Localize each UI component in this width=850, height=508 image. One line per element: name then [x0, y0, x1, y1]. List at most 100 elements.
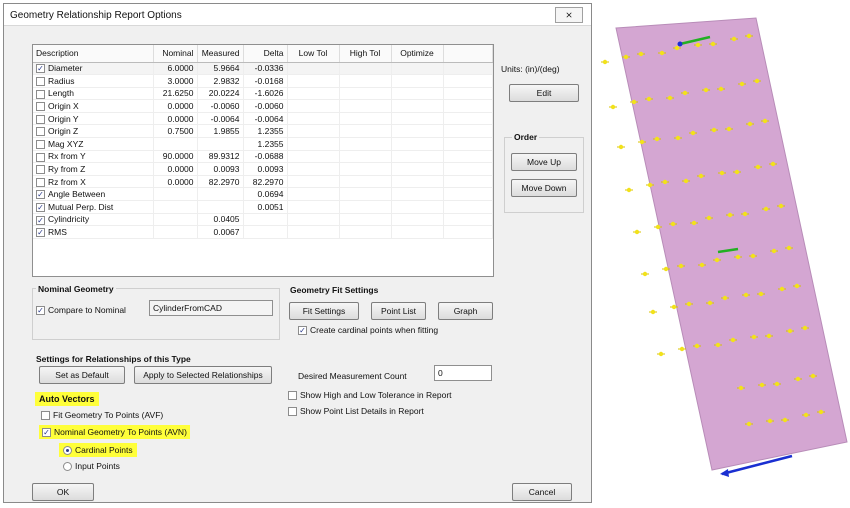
table-row[interactable]: ✓ Mutual Perp. Dist 0.0051: [33, 200, 493, 214]
cell-optimize[interactable]: [391, 137, 444, 151]
table-row[interactable]: ✓ Diameter 6.0000 5.9664 -0.0336: [33, 62, 493, 76]
cell-optimize[interactable]: [391, 162, 444, 176]
cell-optimize[interactable]: [391, 62, 444, 76]
cell-low-tol[interactable]: [287, 74, 340, 88]
cell-optimize[interactable]: [391, 124, 444, 139]
cell-blank[interactable]: [443, 137, 493, 151]
col-header-high-tol[interactable]: High Tol: [339, 45, 392, 63]
cell-high-tol[interactable]: [339, 124, 392, 139]
cardinal-checkbox-box[interactable]: ✓: [298, 326, 307, 336]
avf-checkbox-box[interactable]: [41, 411, 50, 421]
col-header-delta[interactable]: Delta: [243, 45, 288, 63]
compare-checkbox-box[interactable]: ✓: [36, 306, 45, 316]
cell-low-tol[interactable]: [287, 187, 340, 202]
col-header-low-tol[interactable]: Low Tol: [287, 45, 340, 63]
row-checkbox[interactable]: ✓: [36, 190, 45, 200]
cell-blank[interactable]: [443, 225, 493, 239]
cell-blank[interactable]: [443, 162, 493, 176]
cardinal-points-radio[interactable]: Cardinal Points: [59, 443, 137, 458]
row-checkbox[interactable]: [36, 165, 45, 175]
cell-high-tol[interactable]: [339, 74, 392, 88]
cell-low-tol[interactable]: [287, 137, 340, 151]
cell-optimize[interactable]: [391, 99, 444, 113]
cell-high-tol[interactable]: [339, 137, 392, 151]
cell-high-tol[interactable]: [339, 112, 392, 126]
row-checkbox[interactable]: [36, 177, 45, 187]
edit-button[interactable]: Edit: [509, 84, 579, 102]
table-row[interactable]: Origin Y 0.0000 -0.0064 -0.0064: [33, 112, 493, 126]
compare-to-nominal-checkbox[interactable]: ✓ Compare to Nominal: [36, 305, 126, 316]
cell-low-tol[interactable]: [287, 112, 340, 126]
cell-optimize[interactable]: [391, 150, 444, 164]
cell-blank[interactable]: [443, 87, 493, 101]
cell-optimize[interactable]: [391, 112, 444, 126]
row-checkbox[interactable]: [36, 127, 45, 137]
col-header-description[interactable]: Description: [33, 45, 154, 63]
row-checkbox[interactable]: ✓: [36, 202, 45, 212]
cell-high-tol[interactable]: [339, 87, 392, 101]
cell-low-tol[interactable]: [287, 99, 340, 113]
cell-high-tol[interactable]: [339, 99, 392, 113]
fit-geometry-avf-checkbox[interactable]: Fit Geometry To Points (AVF): [41, 410, 163, 421]
nominal-geometry-avn-checkbox[interactable]: ✓ Nominal Geometry To Points (AVN): [39, 425, 190, 440]
cell-low-tol[interactable]: [287, 162, 340, 176]
table-row[interactable]: ✓ Cylindricity 0.0405: [33, 213, 493, 227]
ok-button[interactable]: OK: [32, 483, 94, 501]
fit-settings-button[interactable]: Fit Settings: [289, 302, 359, 320]
row-checkbox[interactable]: [36, 139, 45, 149]
table-row[interactable]: Origin X 0.0000 -0.0060 -0.0060: [33, 99, 493, 113]
cell-blank[interactable]: [443, 150, 493, 164]
row-checkbox[interactable]: [36, 89, 45, 99]
table-row[interactable]: Origin Z 0.7500 1.9855 1.2355: [33, 124, 493, 139]
show-point-list-checkbox[interactable]: Show Point List Details in Report: [288, 406, 424, 417]
input-points-radio-dot[interactable]: [63, 462, 72, 472]
nominal-geometry-field[interactable]: CylinderFromCAD: [149, 300, 273, 316]
cell-low-tol[interactable]: [287, 124, 340, 139]
cell-blank[interactable]: [443, 74, 493, 88]
table-row[interactable]: Radius 3.0000 2.9832 -0.0168: [33, 74, 493, 88]
row-checkbox[interactable]: [36, 77, 45, 87]
cell-optimize[interactable]: [391, 175, 444, 189]
show-point-list-box[interactable]: [288, 407, 297, 417]
point-list-button[interactable]: Point List: [371, 302, 426, 320]
cell-high-tol[interactable]: [339, 175, 392, 189]
cell-low-tol[interactable]: [287, 175, 340, 189]
show-tolerance-checkbox[interactable]: Show High and Low Tolerance in Report: [288, 390, 452, 401]
table-row[interactable]: Ry from Z 0.0000 0.0093 0.0093: [33, 162, 493, 176]
cell-high-tol[interactable]: [339, 150, 392, 164]
move-down-button[interactable]: Move Down: [511, 179, 577, 197]
cell-blank[interactable]: [443, 187, 493, 202]
table-row[interactable]: Length 21.6250 20.0224 -1.6026: [33, 87, 493, 101]
row-checkbox[interactable]: ✓: [36, 215, 45, 225]
cell-blank[interactable]: [443, 112, 493, 126]
move-up-button[interactable]: Move Up: [511, 153, 577, 171]
3d-viewport[interactable]: [600, 0, 848, 508]
cell-high-tol[interactable]: [339, 62, 392, 76]
cell-optimize[interactable]: [391, 74, 444, 88]
create-cardinal-points-checkbox[interactable]: ✓ Create cardinal points when fitting: [298, 325, 438, 336]
table-row[interactable]: ✓ RMS 0.0067: [33, 225, 493, 239]
col-header-measured[interactable]: Measured: [197, 45, 244, 63]
avn-checkbox-box[interactable]: ✓: [42, 428, 51, 438]
cell-high-tol[interactable]: [339, 213, 392, 227]
cell-blank[interactable]: [443, 62, 493, 76]
cell-optimize[interactable]: [391, 200, 444, 214]
cell-high-tol[interactable]: [339, 162, 392, 176]
row-checkbox[interactable]: [36, 102, 45, 112]
cell-optimize[interactable]: [391, 87, 444, 101]
close-button[interactable]: ⨯: [555, 7, 583, 23]
col-header-optimize[interactable]: Optimize: [391, 45, 444, 63]
cell-high-tol[interactable]: [339, 200, 392, 214]
table-row[interactable]: ✓ Angle Between 0.0694: [33, 187, 493, 202]
table-row[interactable]: Rz from X 0.0000 82.2970 82.2970: [33, 175, 493, 189]
cell-low-tol[interactable]: [287, 62, 340, 76]
input-points-radio[interactable]: Input Points: [63, 461, 120, 472]
cell-low-tol[interactable]: [287, 225, 340, 239]
cell-low-tol[interactable]: [287, 87, 340, 101]
row-checkbox[interactable]: ✓: [36, 228, 45, 238]
cell-blank[interactable]: [443, 99, 493, 113]
cardinal-points-radio-dot[interactable]: [63, 446, 72, 456]
row-checkbox[interactable]: [36, 152, 45, 162]
cell-low-tol[interactable]: [287, 213, 340, 227]
cell-optimize[interactable]: [391, 225, 444, 239]
